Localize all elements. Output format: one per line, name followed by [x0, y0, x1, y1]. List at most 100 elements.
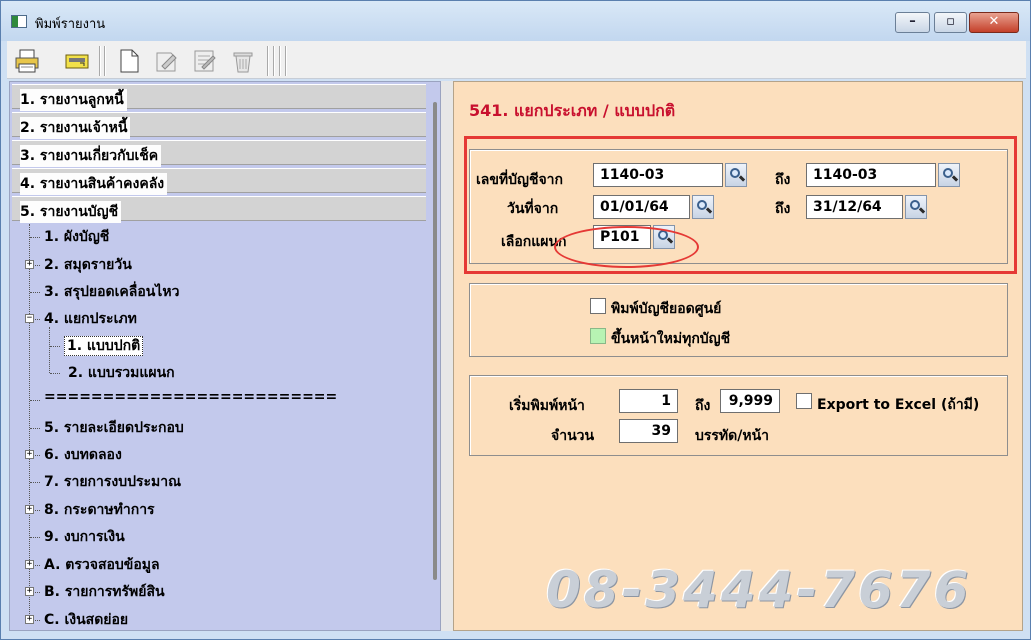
- account-to-search-button[interactable]: [938, 163, 960, 187]
- tree-line: [30, 292, 40, 293]
- toolbar-separator: [279, 46, 281, 76]
- category-label: 3. รายงานเกี่ยวกับเช็ค: [20, 145, 162, 167]
- tree-item-worksheet[interactable]: 8. กระดาษทำการ: [42, 499, 157, 521]
- tree-item-budget[interactable]: 7. รายการงบประมาณ: [42, 471, 183, 493]
- trash-icon[interactable]: [229, 47, 257, 75]
- lines-per-page-unit: บรรทัด/หน้า: [695, 428, 770, 444]
- window-title: พิมพ์รายงาน: [35, 17, 106, 32]
- maximize-button[interactable]: ▫: [934, 12, 967, 33]
- panel-splitter[interactable]: [441, 81, 453, 631]
- account-to-label: ถึง: [775, 172, 791, 188]
- category-label: 4. รายงานสินค้าคงคลัง: [20, 173, 168, 195]
- category-receivables[interactable]: 1. รายงานลูกหนี้: [12, 84, 426, 111]
- tree-line: [50, 373, 60, 374]
- print-zero-balance-label: พิมพ์บัญชียอดศูนย์: [611, 301, 722, 317]
- account-to-field[interactable]: 1140-03: [806, 163, 936, 187]
- tree-line: [50, 346, 60, 347]
- date-to-picker-button[interactable]: [905, 195, 927, 219]
- date-to-field[interactable]: 31/12/64: [806, 195, 903, 219]
- tree-item-trial-balance[interactable]: 6. งบทดลอง: [42, 444, 124, 466]
- new-page-per-account-checkbox[interactable]: [590, 328, 606, 344]
- category-cheques[interactable]: 3. รายงานเกี่ยวกับเช็ค: [12, 140, 426, 167]
- date-from-label: วันที่จาก: [507, 201, 559, 217]
- date-from-picker-button[interactable]: [692, 195, 714, 219]
- tree-item-journal[interactable]: 2. สมุดรายวัน: [42, 254, 134, 276]
- tree-item-ledger-by-department[interactable]: 2. แบบรวมแผนก: [66, 362, 177, 384]
- tree-line: [30, 482, 40, 483]
- tree-item-data-check[interactable]: A. ตรวจสอบข้อมูล: [42, 554, 162, 576]
- phone-watermark: 08-3444-7676: [546, 561, 972, 619]
- toolbar-separator: [104, 46, 106, 76]
- tree-separator-row: =========================: [44, 389, 338, 405]
- page-to-label: ถึง: [695, 398, 711, 414]
- lines-per-page-label: จำนวน: [551, 428, 595, 444]
- category-payables[interactable]: 2. รายงานเจ้าหนี้: [12, 112, 426, 139]
- toolbar-separator: [267, 46, 269, 76]
- toolbar-separator: [285, 46, 287, 76]
- new-document-icon[interactable]: [115, 47, 143, 75]
- tree-item-chart-of-accounts[interactable]: 1. ผังบัญชี: [42, 226, 111, 248]
- close-button[interactable]: ✕: [969, 12, 1019, 33]
- app-icon: [11, 15, 27, 28]
- toolbar: [7, 41, 1026, 79]
- date-to-label: ถึง: [775, 201, 791, 217]
- tree-item-ledger[interactable]: 4. แยกประเภท: [42, 308, 139, 330]
- minimize-button[interactable]: –: [895, 12, 930, 33]
- print-options-group: [469, 283, 1008, 357]
- tree-line: [35, 620, 40, 621]
- lines-per-page-field[interactable]: 39: [619, 419, 678, 443]
- start-page-label: เริ่มพิมพ์หน้า: [509, 398, 585, 414]
- tree-line: [35, 565, 40, 566]
- expand-icon[interactable]: +: [25, 450, 34, 459]
- page-to-field[interactable]: 9,999: [720, 389, 780, 413]
- start-page-field[interactable]: 1: [619, 389, 678, 413]
- expand-icon[interactable]: +: [25, 260, 34, 269]
- tree-line: [35, 592, 40, 593]
- tree-line: [30, 237, 40, 238]
- new-page-per-account-label: ขึ้นหน้าใหม่ทุกบัญชี: [611, 331, 731, 347]
- export-excel-label: Export to Excel (ถ้ามี): [817, 397, 980, 413]
- expand-icon[interactable]: +: [25, 587, 34, 596]
- report-tree-panel: 1. รายงานลูกหนี้ 2. รายงานเจ้าหนี้ 3. รา…: [9, 81, 441, 631]
- toolbar-separator: [273, 46, 275, 76]
- highlight-ellipse: [554, 226, 699, 268]
- account-from-label: เลขที่บัญชีจาก: [476, 172, 564, 188]
- tree-item-financial-statements[interactable]: 9. งบการเงิน: [42, 526, 127, 548]
- tree-line: [35, 455, 40, 456]
- tree-item-petty-cash[interactable]: C. เงินสดย่อย: [42, 609, 130, 630]
- tree-scrollbar[interactable]: [433, 102, 437, 580]
- expand-icon[interactable]: +: [25, 505, 34, 514]
- report-options-panel: 541. แยกประเภท / แบบปกติ เลขที่บัญชีจาก …: [453, 81, 1023, 631]
- category-label: 5. รายงานบัญชี: [20, 201, 122, 223]
- expand-icon[interactable]: +: [25, 615, 34, 624]
- report-print-window: พิมพ์รายงาน – ▫ ✕ 1. รายงานลูกหนี้ 2. รา…: [0, 0, 1031, 640]
- tree-item-details[interactable]: 5. รายละเอียดประกอบ: [42, 417, 186, 439]
- print-zero-balance-checkbox[interactable]: [590, 298, 606, 314]
- tree-line: [35, 510, 40, 511]
- export-excel-checkbox[interactable]: [796, 393, 812, 409]
- toolbar-separator: [99, 46, 101, 76]
- tree-line: [35, 265, 40, 266]
- account-from-search-button[interactable]: [725, 163, 747, 187]
- category-accounting[interactable]: 5. รายงานบัญชี: [12, 196, 426, 223]
- tree-line: [30, 428, 40, 429]
- account-from-field[interactable]: 1140-03: [593, 163, 723, 187]
- expand-icon[interactable]: +: [25, 560, 34, 569]
- tree-item-assets[interactable]: B. รายการทรัพย์สิน: [42, 581, 167, 603]
- tree-item-ledger-normal[interactable]: 1. แบบปกติ: [64, 335, 144, 357]
- title-bar[interactable]: พิมพ์รายงาน – ▫ ✕: [1, 1, 1030, 41]
- notepad-icon[interactable]: [191, 47, 219, 75]
- tree-line: [49, 327, 50, 373]
- tree-line: [35, 319, 40, 320]
- category-label: 1. รายงานลูกหนี้: [20, 89, 127, 111]
- category-label: 2. รายงานเจ้าหนี้: [20, 117, 131, 139]
- tree-line: [30, 537, 40, 538]
- date-from-field[interactable]: 01/01/64: [593, 195, 690, 219]
- collapse-icon[interactable]: −: [25, 314, 34, 323]
- keyboard-icon[interactable]: [63, 47, 91, 75]
- category-inventory[interactable]: 4. รายงานสินค้าคงคลัง: [12, 168, 426, 195]
- tree-item-movement-summary[interactable]: 3. สรุปยอดเคลื่อนไหว: [42, 281, 181, 303]
- report-title: 541. แยกประเภท / แบบปกติ: [469, 101, 676, 120]
- printer-icon[interactable]: [13, 47, 41, 75]
- edit-icon[interactable]: [153, 47, 181, 75]
